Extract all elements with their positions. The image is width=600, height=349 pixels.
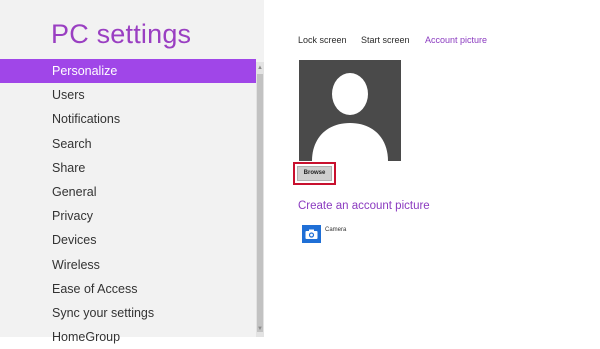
camera-label: Camera xyxy=(325,227,347,233)
nav-item-users[interactable]: Users xyxy=(0,83,256,107)
nav-list: Personalize Users Notifications Search S… xyxy=(0,59,256,349)
browse-button[interactable]: Browse xyxy=(297,166,332,181)
nav-item-notifications[interactable]: Notifications xyxy=(0,107,256,131)
scroll-up-icon[interactable]: ▲ xyxy=(256,64,264,72)
nav-item-general[interactable]: General xyxy=(0,180,256,204)
nav-item-search[interactable]: Search xyxy=(0,132,256,156)
default-user-avatar-icon xyxy=(299,60,401,161)
camera-tile[interactable] xyxy=(302,225,321,243)
nav-item-wireless[interactable]: Wireless xyxy=(0,253,256,277)
tab-lock-screen[interactable]: Lock screen xyxy=(298,35,347,45)
nav-item-sync-settings[interactable]: Sync your settings xyxy=(0,301,256,325)
nav-item-homegroup[interactable]: HomeGroup xyxy=(0,325,256,349)
scroll-thumb[interactable] xyxy=(257,74,263,332)
account-picture xyxy=(299,60,401,161)
scroll-down-icon[interactable]: ▼ xyxy=(256,325,264,333)
camera-icon xyxy=(305,229,318,239)
nav-item-share[interactable]: Share xyxy=(0,156,256,180)
left-pane: PC settings Personalize Users Notificati… xyxy=(0,0,264,344)
create-account-picture-heading: Create an account picture xyxy=(298,200,430,212)
nav-item-devices[interactable]: Devices xyxy=(0,228,256,252)
nav-scrollbar[interactable]: ▲ ▼ xyxy=(256,62,264,337)
page-title: PC settings xyxy=(51,19,192,49)
tab-account-picture[interactable]: Account picture xyxy=(425,35,487,45)
tab-start-screen[interactable]: Start screen xyxy=(361,35,410,45)
nav-item-privacy[interactable]: Privacy xyxy=(0,204,256,228)
nav-item-personalize[interactable]: Personalize xyxy=(0,59,256,84)
nav-item-ease-of-access[interactable]: Ease of Access xyxy=(0,277,256,301)
